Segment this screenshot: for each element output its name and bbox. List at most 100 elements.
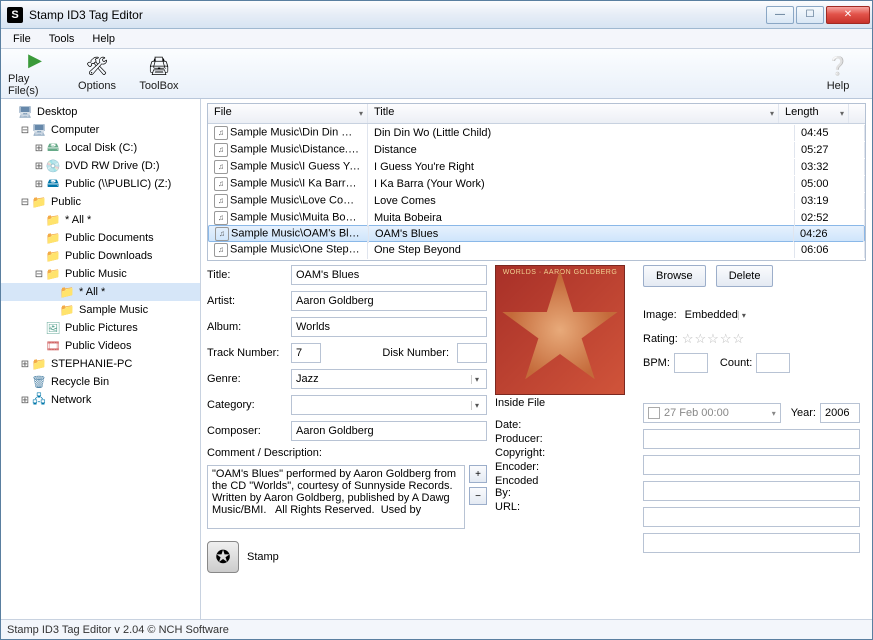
genre-combo[interactable]: Jazz▾ <box>291 369 487 389</box>
window-title: Stamp ID3 Tag Editor <box>29 8 766 22</box>
tree-item[interactable]: 🎞Public Videos <box>1 337 200 355</box>
folder-tree[interactable]: 🖥Desktop⊟🖥Computer⊞🖴Local Disk (C:)⊞💿DVD… <box>1 99 201 619</box>
folder-icon: 🖴 <box>45 176 61 192</box>
url-field[interactable] <box>643 533 860 553</box>
tree-item[interactable]: ⊟🖥Computer <box>1 121 200 139</box>
tree-item[interactable]: 🖥Desktop <box>1 103 200 121</box>
composer-field[interactable] <box>291 421 487 441</box>
tree-twist[interactable]: ⊟ <box>19 125 31 136</box>
file-row[interactable]: ♫Sample Music\One Step B...One Step Beyo… <box>208 241 865 258</box>
minimize-button[interactable]: — <box>766 6 794 24</box>
artist-field[interactable] <box>291 291 487 311</box>
encoder-field[interactable] <box>643 481 860 501</box>
col-file[interactable]: File▾ <box>208 104 368 123</box>
help-button[interactable]: ❔ Help <box>810 51 866 97</box>
tree-item[interactable]: ⊞🖴Local Disk (C:) <box>1 139 200 157</box>
folder-icon: 💿 <box>45 158 61 174</box>
title-field[interactable] <box>291 265 487 285</box>
label-rating: Rating: <box>643 333 678 345</box>
menu-help[interactable]: Help <box>84 31 123 47</box>
folder-icon: 🖥 <box>31 122 47 138</box>
toolbox-button[interactable]: 🖨 ToolBox <box>131 51 187 97</box>
label-track: Track Number: <box>207 347 287 359</box>
file-row[interactable]: ♫Sample Music\Love Come...Love Comes03:1… <box>208 192 865 209</box>
comment-add-button[interactable]: + <box>469 465 487 483</box>
tree-twist[interactable]: ⊟ <box>33 269 45 280</box>
tree-item[interactable]: ⊞📁STEPHANIE-PC <box>1 355 200 373</box>
disk-field[interactable] <box>457 343 487 363</box>
tree-item[interactable]: 📁Public Documents <box>1 229 200 247</box>
browse-button[interactable]: Browse <box>643 265 706 287</box>
tree-label: Recycle Bin <box>51 376 109 388</box>
rating-stars[interactable]: ☆☆☆☆☆ <box>682 331 745 347</box>
comment-textarea[interactable] <box>207 465 465 529</box>
track-field[interactable] <box>291 343 321 363</box>
label-producer: Producer: <box>495 433 555 445</box>
stamp-button[interactable]: Stamp <box>247 546 279 568</box>
tree-item[interactable]: ⊟📁Public <box>1 193 200 211</box>
bpm-field[interactable] <box>674 353 708 373</box>
tree-item[interactable]: ⊞🖴 Public (\\PUBLIC) (Z:) <box>1 175 200 193</box>
chevron-down-icon: ▾ <box>738 311 749 320</box>
category-combo[interactable]: ▾ <box>291 395 487 415</box>
menu-file[interactable]: File <box>5 31 39 47</box>
date-picker[interactable]: 27 Feb 00:00▾ <box>643 403 781 423</box>
music-file-icon: ♫ <box>214 194 228 208</box>
delete-button[interactable]: Delete <box>716 265 774 287</box>
copyright-field[interactable] <box>643 455 860 475</box>
album-art[interactable]: WORLDS · AARON GOLDBERG <box>495 265 625 395</box>
tree-twist[interactable]: ⊞ <box>33 161 45 172</box>
tree-item[interactable]: 📁* All * <box>1 283 200 301</box>
file-row[interactable]: ♫Sample Music\I Ka Barra (...I Ka Barra … <box>208 175 865 192</box>
producer-field[interactable] <box>643 429 860 449</box>
tree-label: Public Music <box>65 268 127 280</box>
close-button[interactable]: ✕ <box>826 6 870 24</box>
tree-item[interactable]: 📁* All * <box>1 211 200 229</box>
tree-item[interactable]: ⊟📁Public Music <box>1 265 200 283</box>
label-genre: Genre: <box>207 373 287 385</box>
tree-item[interactable]: 📁Public Downloads <box>1 247 200 265</box>
tree-item[interactable]: 📁Sample Music <box>1 301 200 319</box>
date-checkbox[interactable] <box>648 407 660 419</box>
tree-item[interactable]: 🖼Public Pictures <box>1 319 200 337</box>
image-mode-combo[interactable]: Embedded▾ <box>681 305 751 325</box>
tree-twist[interactable]: ⊞ <box>19 395 31 406</box>
tree-label: Public (\\PUBLIC) (Z:) <box>65 178 171 190</box>
tree-label: Public Pictures <box>65 322 138 334</box>
tree-twist[interactable]: ⊞ <box>19 359 31 370</box>
tree-item[interactable]: ⊞💿DVD RW Drive (D:) <box>1 157 200 175</box>
file-row[interactable]: ♫Sample Music\OAM's Blue...OAM's Blues04… <box>208 225 865 242</box>
play-icon: ▶ <box>24 50 46 71</box>
folder-icon: 📁 <box>59 302 75 318</box>
tree-item[interactable]: ⊞🖧Network <box>1 391 200 409</box>
play-files-button[interactable]: ▶ Play File(s) <box>7 51 63 97</box>
tree-item[interactable]: 🗑Recycle Bin <box>1 373 200 391</box>
col-length[interactable]: Length▾ <box>779 104 849 123</box>
file-row[interactable]: ♫Sample Music\I Guess Yo...I Guess You'r… <box>208 158 865 175</box>
count-field[interactable] <box>756 353 790 373</box>
maximize-button[interactable]: ☐ <box>796 6 824 24</box>
file-list[interactable]: File▾ Title▾ Length▾ ♫Sample Music\Din D… <box>207 103 866 261</box>
label-composer: Composer: <box>207 425 287 437</box>
file-row[interactable]: ♫Sample Music\Muita Bobei...Muita Bobeir… <box>208 209 865 226</box>
folder-icon: 📁 <box>31 356 47 372</box>
encodedby-field[interactable] <box>643 507 860 527</box>
file-list-header[interactable]: File▾ Title▾ Length▾ <box>208 104 865 124</box>
label-url: URL: <box>495 501 555 513</box>
tree-label: Network <box>51 394 91 406</box>
file-row[interactable]: ♫Sample Music\Distance.wmaDistance05:27 <box>208 141 865 158</box>
label-encoder: Encoder: <box>495 461 555 473</box>
menu-tools[interactable]: Tools <box>41 31 83 47</box>
file-row[interactable]: ♫Sample Music\Din Din Wo (...Din Din Wo … <box>208 124 865 141</box>
album-field[interactable] <box>291 317 487 337</box>
options-button[interactable]: 🛠 Options <box>69 51 125 97</box>
tree-twist[interactable]: ⊟ <box>19 197 31 208</box>
folder-icon: 📁 <box>45 212 61 228</box>
tree-twist[interactable]: ⊞ <box>33 143 45 154</box>
comment-remove-button[interactable]: − <box>469 487 487 505</box>
tree-twist[interactable]: ⊞ <box>33 179 45 190</box>
label-count: Count: <box>720 357 752 369</box>
music-file-icon: ♫ <box>214 243 228 257</box>
col-title[interactable]: Title▾ <box>368 104 779 123</box>
year-field[interactable] <box>820 403 860 423</box>
